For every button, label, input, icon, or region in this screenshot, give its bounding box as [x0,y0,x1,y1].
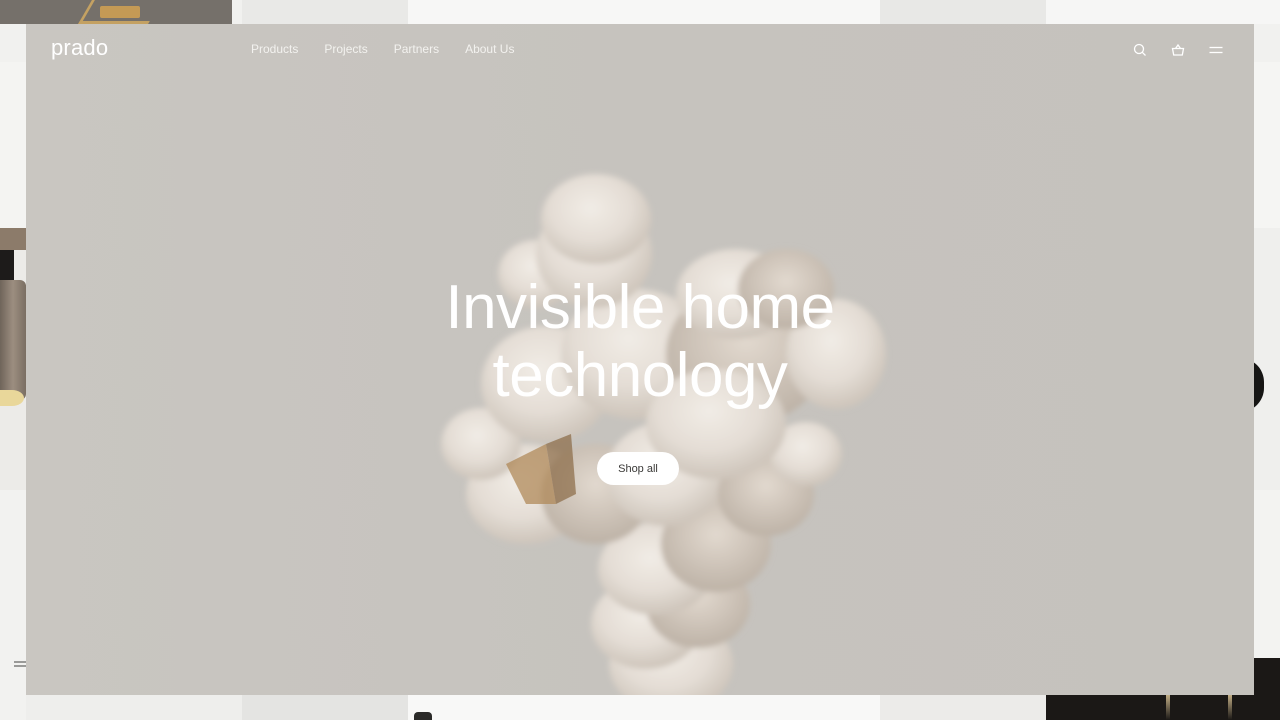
hero-panel: prado Products Projects Partners About U… [26,24,1254,695]
main-menu: Products Projects Partners About Us [251,42,514,56]
pendant-lamp-tile [0,228,26,490]
top-navigation: prado Products Projects Partners About U… [26,24,1254,74]
lamp-cord-shape [0,250,14,280]
hero-headline: Invisible home technology [26,274,1254,410]
lamp-light-shape [0,390,24,406]
collage-tile [1046,0,1280,24]
nav-link-partners[interactable]: Partners [394,42,439,56]
tiny-caption-shape [14,661,26,669]
chair-leg-shape [78,0,162,24]
headline-line: Invisible home [445,273,835,342]
lamp-cap-shape [0,228,26,250]
brand-logo[interactable]: prado [51,35,108,61]
collage-tile [880,695,1046,720]
collage-tile [242,0,408,24]
nav-link-products[interactable]: Products [251,42,298,56]
spotlight-beam [1166,694,1170,720]
collage-tile [1240,228,1280,490]
collage-tile [242,695,408,720]
nav-icon-group [1110,42,1224,58]
collage-tile [0,62,26,228]
nav-link-about-us[interactable]: About Us [465,42,514,56]
collage-tile [0,490,26,720]
chair-photo-tile [0,0,232,24]
collage-tile [1254,490,1280,660]
nav-link-projects[interactable]: Projects [324,42,367,56]
menu-icon[interactable] [1208,42,1224,58]
basket-icon[interactable] [1170,42,1186,58]
headline-line: technology [492,341,788,410]
collage-tile [408,0,880,24]
search-icon[interactable] [1132,42,1148,58]
spotlight-beam [1228,694,1232,720]
collage-tile [408,695,880,720]
lamp-body-shape [0,280,26,400]
collage-tile [880,0,1046,24]
peeking-heading-shape [414,712,432,720]
collage-tile [1254,62,1280,228]
collage-tile [26,695,242,720]
shop-all-button[interactable]: Shop all [597,452,679,485]
